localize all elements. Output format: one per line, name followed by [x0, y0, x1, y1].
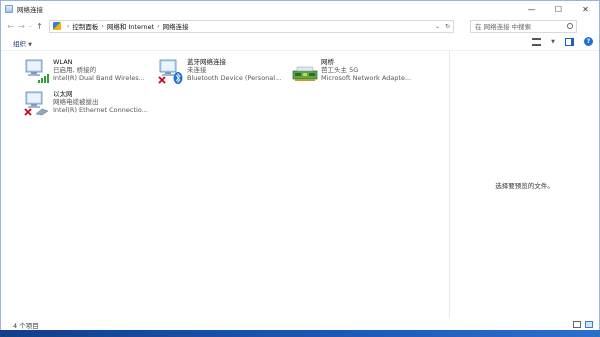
- window-title: 网络连接: [17, 6, 43, 14]
- connection-device: Bluetooth Device (Personal...: [187, 74, 282, 82]
- list-item-bluetooth[interactable]: 蓝牙网络连接 未连接 Bluetooth Device (Personal...: [158, 57, 290, 89]
- minimize-button[interactable]: —: [518, 1, 545, 17]
- connection-status: 已启用, 桥接的: [53, 66, 97, 74]
- connection-status: 网络电缆被拔出: [53, 98, 99, 106]
- close-button[interactable]: ✕: [572, 1, 599, 17]
- ethernet-adapter-icon: [24, 91, 49, 116]
- address-box[interactable]: › 控制面板 › 网络和 Internet › 网络连接 ⌄ ↻: [49, 19, 454, 33]
- breadcrumb-separator-icon[interactable]: ›: [101, 23, 103, 30]
- control-panel-icon: [53, 22, 61, 30]
- change-view-icon[interactable]: [532, 37, 542, 46]
- address-bar-row: ← → ⌄ ↑ › 控制面板 › 网络和 Internet › 网络连接 ⌄ ↻…: [1, 17, 599, 35]
- title-bar[interactable]: 网络连接 — ☐ ✕: [1, 1, 599, 17]
- forward-arrow-icon[interactable]: →: [16, 19, 27, 33]
- breadcrumb-separator-icon[interactable]: ›: [157, 23, 159, 30]
- connection-device: Microsoft Network Adapte...: [321, 74, 412, 82]
- connection-name: 蓝牙网络连接: [187, 58, 226, 66]
- connection-device: Intel(R) Ethernet Connectio...: [53, 106, 148, 114]
- search-input[interactable]: 在 网络连接 中搜索: [470, 19, 577, 33]
- maximize-button[interactable]: ☐: [545, 1, 572, 17]
- address-dropdown-icon[interactable]: ⌄: [435, 23, 440, 30]
- desktop-background: [0, 330, 600, 337]
- bridge-adapter-icon: [292, 66, 318, 81]
- list-item-ethernet[interactable]: 以太网 网络电缆被拔出 Intel(R) Ethernet Connectio.…: [24, 89, 156, 121]
- content-area: WLAN 已启用, 桥接的 Intel(R) Dual Band Wireles…: [1, 51, 599, 319]
- preview-pane: 选择要预览的文件。: [450, 51, 599, 319]
- preview-pane-icon[interactable]: [565, 37, 574, 46]
- refresh-icon[interactable]: ↻: [445, 23, 450, 30]
- breadcrumb-control-panel[interactable]: 控制面板: [72, 21, 98, 31]
- chevron-down-icon: ▼: [28, 41, 32, 48]
- connections-list: WLAN 已启用, 桥接的 Intel(R) Dual Band Wireles…: [1, 51, 449, 319]
- help-icon[interactable]: ?: [584, 37, 593, 46]
- connection-status: 未连接: [187, 66, 207, 74]
- connection-name: WLAN: [53, 58, 73, 66]
- connection-name: 网桥: [321, 58, 334, 66]
- breadcrumb-network-internet[interactable]: 网络和 Internet: [107, 21, 154, 31]
- connection-status: 芭工头主 5G: [321, 66, 359, 74]
- breadcrumb-separator-icon[interactable]: ›: [67, 23, 69, 30]
- network-folder-icon: [5, 5, 13, 13]
- command-bar: 组织 ▼ ▼ ?: [1, 35, 599, 51]
- bluetooth-adapter-icon: [158, 59, 183, 84]
- view-options-chevron-icon[interactable]: ▼: [551, 39, 555, 45]
- details-view-icon[interactable]: [573, 321, 581, 328]
- preview-message: 选择要预览的文件。: [495, 182, 554, 190]
- list-item-wlan[interactable]: WLAN 已启用, 桥接的 Intel(R) Dual Band Wireles…: [24, 57, 156, 89]
- connection-name: 以太网: [53, 90, 73, 98]
- organize-button[interactable]: 组织 ▼: [13, 38, 32, 48]
- item-count: 4 个项目: [13, 322, 39, 330]
- connection-device: Intel(R) Dual Band Wireles...: [53, 74, 145, 82]
- breadcrumb-network-connections[interactable]: 网络连接: [163, 21, 189, 31]
- up-arrow-icon[interactable]: ↑: [34, 19, 45, 33]
- list-item-bridge[interactable]: 网桥 芭工头主 5G Microsoft Network Adapte...: [292, 57, 424, 89]
- recent-locations-chevron-icon[interactable]: ⌄: [27, 19, 34, 33]
- back-arrow-icon[interactable]: ←: [5, 19, 16, 33]
- search-icon: [567, 22, 573, 29]
- large-icons-view-icon[interactable]: [585, 321, 593, 328]
- wlan-adapter-icon: [25, 59, 49, 83]
- explorer-window: 网络连接 — ☐ ✕ ← → ⌄ ↑ › 控制面板 › 网络和 Internet…: [0, 0, 600, 331]
- search-placeholder: 在 网络连接 中搜索: [475, 23, 532, 31]
